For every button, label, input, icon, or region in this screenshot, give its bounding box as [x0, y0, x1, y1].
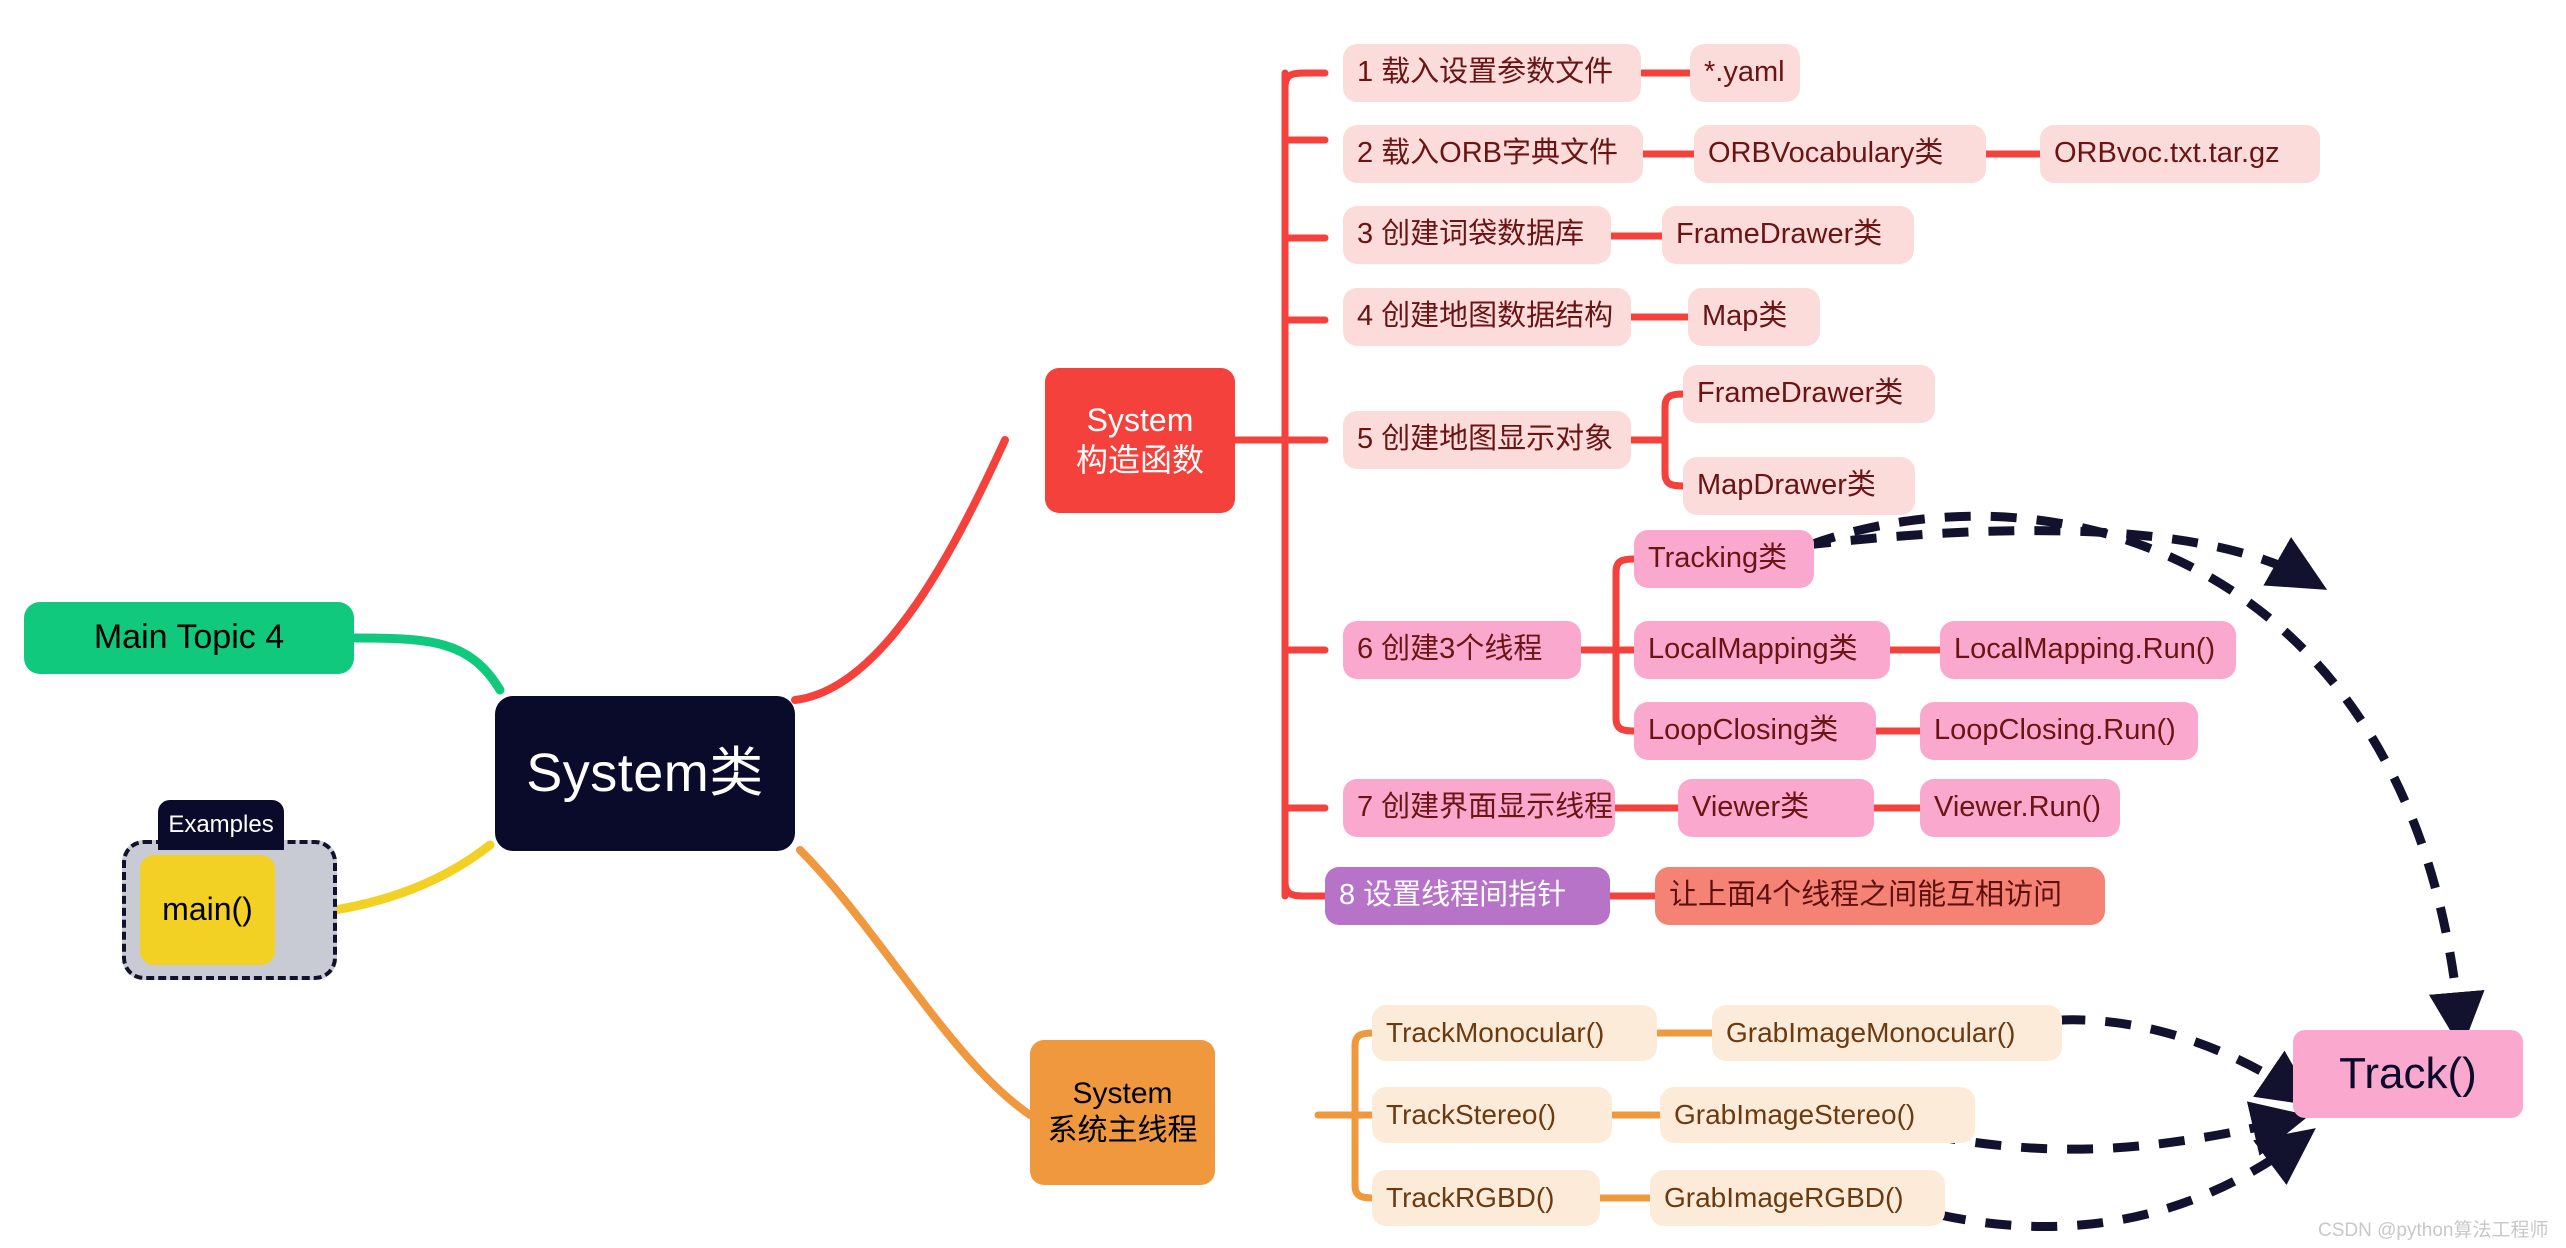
wire-step-1	[1281, 69, 1329, 92]
node-main-function-label: main()	[162, 891, 253, 928]
node-grab-image-monocular[interactable]: GrabImageMonocular()	[1712, 1005, 2062, 1061]
node-framedrawer-class-bow[interactable]: FrameDrawer类	[1662, 206, 1914, 264]
wire-6-fork-up	[1612, 555, 1639, 654]
node-viewer-run[interactable]: Viewer.Run()	[1920, 779, 2120, 837]
node-tracking-class-label: Tracking类	[1648, 542, 1788, 575]
node-step-8-label: 8 设置线程间指针	[1339, 879, 1567, 912]
node-orbvoc-file[interactable]: ORBvoc.txt.tar.gz	[2040, 125, 2320, 183]
node-step-5-label: 5 创建地图显示对象	[1357, 423, 1614, 456]
node-main-topic-4-label: Main Topic 4	[93, 618, 285, 657]
node-step-2[interactable]: 2 载入ORB字典文件	[1343, 125, 1643, 183]
node-track-function[interactable]: Track()	[2293, 1030, 2523, 1118]
wire-step-8	[1281, 877, 1329, 900]
node-map-class-label: Map类	[1702, 300, 1788, 333]
node-localmapping-class[interactable]: LocalMapping类	[1634, 621, 1890, 679]
node-step-3[interactable]: 3 创建词袋数据库	[1343, 206, 1611, 264]
node-step-2-label: 2 载入ORB字典文件	[1357, 137, 1619, 170]
node-track-monocular[interactable]: TrackMonocular()	[1372, 1005, 1657, 1061]
node-main-function[interactable]: main()	[140, 855, 275, 965]
node-framedrawer-class-bow-label: FrameDrawer类	[1676, 218, 1883, 251]
node-system-main-thread-line2: 系统主线程	[1047, 1113, 1198, 1147]
watermark-csdn: CSDN @python算法工程师	[2318, 1220, 2549, 1241]
node-framedrawer-class-display-label: FrameDrawer类	[1697, 377, 1904, 410]
node-loopclosing-run-label: LoopClosing.Run()	[1934, 714, 2176, 747]
node-root-system[interactable]: System类	[495, 696, 795, 851]
node-orbvocabulary-class[interactable]: ORBVocabulary类	[1694, 125, 1986, 183]
node-framedrawer-class-display[interactable]: FrameDrawer类	[1683, 365, 1935, 423]
node-step-5[interactable]: 5 创建地图显示对象	[1343, 411, 1631, 469]
node-main-topic-4[interactable]: Main Topic 4	[24, 602, 354, 674]
node-step-1-label: 1 载入设置参数文件	[1357, 56, 1614, 89]
wire-red-constructor	[791, 436, 1009, 704]
wire-green-maintopic	[350, 633, 505, 695]
node-track-stereo-label: TrackStereo()	[1386, 1098, 1557, 1130]
dashed-arrow-tracking-to-track	[1804, 526, 2328, 590]
node-system-main-thread[interactable]: System 系统主线程	[1030, 1040, 1215, 1185]
node-step-7[interactable]: 7 创建界面显示线程	[1343, 779, 1615, 837]
node-root-system-label: System类	[526, 742, 764, 803]
node-orbvocabulary-class-label: ORBVocabulary类	[1708, 137, 1944, 170]
node-examples-label: Examples	[168, 811, 274, 839]
node-loopclosing-run[interactable]: LoopClosing.Run()	[1920, 702, 2198, 760]
node-step-1-child-yaml-label: *.yaml	[1704, 56, 1785, 89]
node-mapdrawer-class-label: MapDrawer类	[1697, 469, 1876, 502]
node-step-8-note-label: 让上面4个线程之间能互相访问	[1669, 879, 2063, 912]
node-track-stereo[interactable]: TrackStereo()	[1372, 1087, 1612, 1143]
node-system-constructor-line2: 构造函数	[1075, 441, 1204, 478]
node-grab-image-stereo-label: GrabImageStereo()	[1674, 1098, 1916, 1130]
node-localmapping-run-label: LocalMapping.Run()	[1954, 633, 2216, 666]
node-step-8[interactable]: 8 设置线程间指针	[1325, 867, 1610, 925]
mindmap-canvas: Main Topic 4 Examples main() System类 Sys…	[0, 0, 2566, 1248]
node-orbvoc-file-label: ORBvoc.txt.tar.gz	[2054, 137, 2280, 170]
node-step-3-label: 3 创建词袋数据库	[1357, 218, 1585, 251]
node-step-8-note[interactable]: 让上面4个线程之间能互相访问	[1655, 867, 2105, 925]
node-step-4-label: 4 创建地图数据结构	[1357, 300, 1614, 333]
node-system-constructor[interactable]: System 构造函数	[1045, 368, 1235, 513]
node-system-main-thread-line1: System	[1072, 1076, 1173, 1110]
node-step-6-label: 6 创建3个线程	[1357, 633, 1543, 666]
node-step-4[interactable]: 4 创建地图数据结构	[1343, 288, 1631, 346]
node-step-1[interactable]: 1 载入设置参数文件	[1343, 44, 1641, 102]
dashed-arrow-tracking-curve	[1808, 511, 2485, 1050]
node-track-function-label: Track()	[2339, 1049, 2477, 1099]
node-mapdrawer-class[interactable]: MapDrawer类	[1683, 457, 1915, 515]
node-localmapping-class-label: LocalMapping类	[1648, 633, 1858, 666]
node-system-constructor-line1: System	[1086, 402, 1194, 439]
node-map-class[interactable]: Map类	[1688, 288, 1820, 346]
node-grab-image-stereo[interactable]: GrabImageStereo()	[1660, 1087, 1975, 1143]
node-viewer-class-label: Viewer类	[1692, 791, 1810, 824]
node-loopclosing-class-label: LoopClosing类	[1648, 714, 1839, 747]
node-track-monocular-label: TrackMonocular()	[1386, 1016, 1605, 1048]
node-track-rgbd[interactable]: TrackRGBD()	[1372, 1170, 1600, 1226]
wire-6-fork-down	[1612, 646, 1639, 735]
node-loopclosing-class[interactable]: LoopClosing类	[1634, 702, 1876, 760]
node-viewer-class[interactable]: Viewer类	[1678, 779, 1874, 837]
node-step-6[interactable]: 6 创建3个线程	[1343, 621, 1581, 679]
node-step-1-child-yaml[interactable]: *.yaml	[1690, 44, 1800, 102]
node-examples-tab[interactable]: Examples	[158, 800, 284, 850]
dashed-arrow-grabrgbd-to-track	[1939, 1128, 2316, 1231]
dashed-arrow-grabstereo-to-track	[1929, 1101, 2310, 1156]
node-grab-image-monocular-label: GrabImageMonocular()	[1726, 1016, 2016, 1048]
node-viewer-run-label: Viewer.Run()	[1934, 791, 2102, 824]
wire-orange-mainthread	[796, 846, 1034, 1119]
wire-5-fork-down	[1661, 436, 1688, 490]
node-grab-image-rgbd-label: GrabImageRGBD()	[1664, 1181, 1904, 1213]
node-localmapping-run[interactable]: LocalMapping.Run()	[1940, 621, 2236, 679]
node-step-7-label: 7 创建界面显示线程	[1357, 791, 1614, 824]
node-track-rgbd-label: TrackRGBD()	[1386, 1181, 1555, 1213]
wire-5-fork-up	[1661, 390, 1688, 444]
node-tracking-class[interactable]: Tracking类	[1634, 530, 1814, 588]
node-grab-image-rgbd[interactable]: GrabImageRGBD()	[1650, 1170, 1945, 1226]
